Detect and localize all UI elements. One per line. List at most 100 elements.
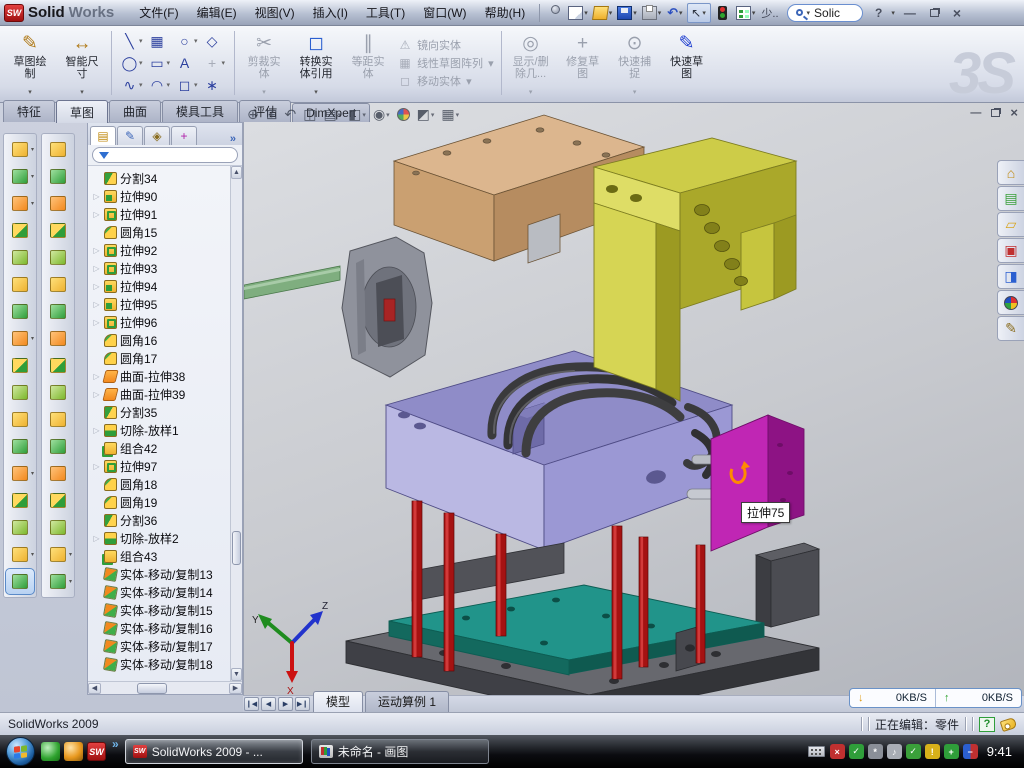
expand-arrow-icon[interactable]: ▷ — [92, 462, 101, 471]
side-block-magenta[interactable] — [711, 415, 804, 551]
update-gear-icon[interactable]: * — [868, 744, 883, 759]
undo-button[interactable]: ↶▾ — [665, 3, 685, 23]
hud-view-settings[interactable]: ▦▾ — [441, 106, 459, 123]
tree-item[interactable]: ▷曲面-拉伸38 — [90, 367, 230, 385]
antivirus-shield-icon[interactable]: ✓ — [849, 744, 864, 759]
expand-arrow-icon[interactable]: ▷ — [92, 246, 101, 255]
toolbar-button-parting-line[interactable] — [44, 137, 72, 162]
sketch-entity-arc[interactable]: ◠▾ — [147, 74, 173, 96]
security-center-icon[interactable]: × — [830, 744, 845, 759]
search-input[interactable]: Solic — [814, 6, 854, 20]
doc-tab-0[interactable]: 模型 — [313, 691, 363, 712]
sketch-entity-polygon[interactable]: ◇ — [202, 30, 228, 52]
tree-item[interactable]: ▷拉伸94 — [90, 277, 230, 295]
panel-tab-0[interactable]: ▤ — [90, 126, 116, 145]
toolbar-button-parting-surface[interactable] — [44, 245, 72, 270]
task-pane-custom-properties[interactable]: ✎ — [997, 316, 1024, 341]
toolbar-button-fillet[interactable]: ▾ — [6, 191, 34, 216]
task-pane-home[interactable]: ⌂ — [997, 160, 1024, 185]
sketch-entity-rectangle[interactable]: ▭▾ — [147, 52, 173, 74]
cm-button-rapid-sketch[interactable]: ✎快速草 图 — [661, 28, 713, 98]
toolbar-button-insert-point[interactable]: ▾ — [44, 542, 72, 567]
task-pane-appearances[interactable] — [997, 290, 1024, 315]
toolbar-button-insert-reference[interactable]: ▾ — [6, 461, 34, 486]
tag-icon[interactable] — [1000, 716, 1018, 731]
expand-arrow-icon[interactable]: ▷ — [92, 318, 101, 327]
tree-item[interactable]: ▷拉伸92 — [90, 241, 230, 259]
sketch-entity-circle[interactable]: ◯▾ — [119, 52, 145, 74]
open-file-button[interactable]: ▾ — [592, 3, 615, 23]
task-pane-file-explorer[interactable]: ▱ — [997, 212, 1024, 237]
select-tool-button[interactable]: ↖▾ — [687, 3, 711, 23]
keyboard-icon[interactable] — [808, 746, 825, 757]
options-button[interactable]: ▾ — [735, 3, 758, 23]
rebuild-button[interactable] — [713, 3, 733, 23]
toolbar-button-ejector-dome[interactable] — [44, 515, 72, 540]
next-tab-button[interactable]: ▶ — [278, 697, 293, 711]
tree-horizontal-scrollbar[interactable]: ◀ ▶ — [88, 681, 242, 694]
sync-status-icon[interactable]: − — [963, 744, 978, 759]
tree-item[interactable]: 分割34 — [90, 169, 230, 187]
clamp-plate-olive[interactable] — [594, 138, 796, 401]
toolbar-button-chamfer[interactable] — [6, 218, 34, 243]
tree-vertical-scrollbar[interactable]: ▲ ▼ — [230, 166, 242, 681]
scroll-thumb[interactable] — [137, 683, 167, 694]
tree-item[interactable]: 实体-移动/复制14 — [90, 583, 230, 601]
tree-item[interactable]: 实体-移动/复制13 — [90, 565, 230, 583]
cm-button-sketch-pencil[interactable]: ✎草图绘 制▾ — [4, 28, 56, 98]
toolbar-button-instant3d[interactable] — [6, 569, 34, 594]
hud-apply-scene[interactable]: ◩▾ — [417, 106, 435, 123]
menu-item-3[interactable]: 插入(I) — [304, 1, 357, 24]
tree-item[interactable]: 实体-移动/复制15 — [90, 601, 230, 619]
tab-mold-tools[interactable]: 模具工具 — [162, 100, 238, 122]
print-button[interactable]: ▾ — [641, 3, 664, 23]
health-plus-icon[interactable]: + — [944, 744, 959, 759]
tab-features[interactable]: 特征 — [3, 100, 55, 122]
scroll-right-icon[interactable]: ▶ — [229, 683, 242, 694]
toolbar-button-delete-body[interactable] — [6, 488, 34, 513]
expand-arrow-icon[interactable]: ▷ — [92, 264, 101, 273]
tree-item[interactable]: 圆角19 — [90, 493, 230, 511]
menu-item-1[interactable]: 编辑(E) — [188, 1, 246, 24]
expand-arrow-icon[interactable]: ▷ — [92, 192, 101, 201]
scroll-down-icon[interactable]: ▼ — [231, 668, 242, 681]
scroll-thumb[interactable] — [232, 531, 241, 565]
sketch-entity-slot[interactable]: ◻▾ — [174, 74, 200, 96]
cm-button-convert-entities[interactable]: ◻转换实 体引用▾ — [290, 28, 342, 98]
tree-item[interactable]: ▷拉伸95 — [90, 295, 230, 313]
panel-tab-1[interactable]: ✎ — [117, 126, 143, 145]
tab-surfaces[interactable]: 曲面 — [109, 100, 161, 122]
menu-item-2[interactable]: 视图(V) — [246, 1, 304, 24]
toolbar-button-shut-off-surface[interactable] — [44, 272, 72, 297]
toolbar-button-extruded-cut[interactable]: ▾ — [6, 164, 34, 189]
tree-item[interactable]: ▷曲面-拉伸39 — [90, 385, 230, 403]
tree-item[interactable]: ▷切除-放样1 — [90, 421, 230, 439]
tab-sketch[interactable]: 草图 — [56, 100, 108, 123]
doc-restore-button[interactable] — [991, 109, 1000, 117]
help-button[interactable]: ? — [869, 5, 888, 21]
toolbar-button-freeform-curve[interactable]: ▾ — [44, 569, 72, 594]
sprue-bushing-gray[interactable] — [342, 237, 432, 377]
toolbar-button-tooling-clamp[interactable] — [44, 191, 72, 216]
panel-tab-3[interactable]: + — [171, 126, 197, 145]
task-pane-toolbox[interactable]: ▣ — [997, 238, 1024, 263]
start-button[interactable] — [6, 737, 35, 766]
solidworks-shortcut-icon[interactable]: SW — [87, 742, 106, 761]
menu-item-4[interactable]: 工具(T) — [357, 1, 414, 24]
graphics-viewport[interactable]: Y Z X — [243, 103, 1024, 695]
menu-item-5[interactable]: 窗口(W) — [414, 1, 475, 24]
toolbar-button-cavity-block[interactable] — [44, 407, 72, 432]
sketch-entity-sketch-fillet[interactable]: +▾ — [202, 52, 228, 74]
sketch-entity-spline[interactable]: ∿▾ — [119, 74, 145, 96]
clamp-block-dark[interactable] — [756, 543, 819, 627]
toolbar-button-combine-bodies[interactable] — [6, 380, 34, 405]
tree-filter[interactable] — [88, 145, 242, 166]
expand-arrow-icon[interactable]: ▷ — [92, 534, 101, 543]
expand-arrow-icon[interactable]: ▷ — [92, 390, 101, 399]
messenger-icon[interactable] — [41, 742, 60, 761]
toolbar-button-draft[interactable] — [6, 272, 34, 297]
expand-arrow-icon[interactable]: ▷ — [92, 210, 101, 219]
hud-zoom-to-area[interactable]: ⊞ — [266, 106, 278, 123]
doc-minimize-button[interactable]: — — [970, 107, 981, 119]
doc-tab-1[interactable]: 运动算例 1 — [365, 691, 449, 712]
